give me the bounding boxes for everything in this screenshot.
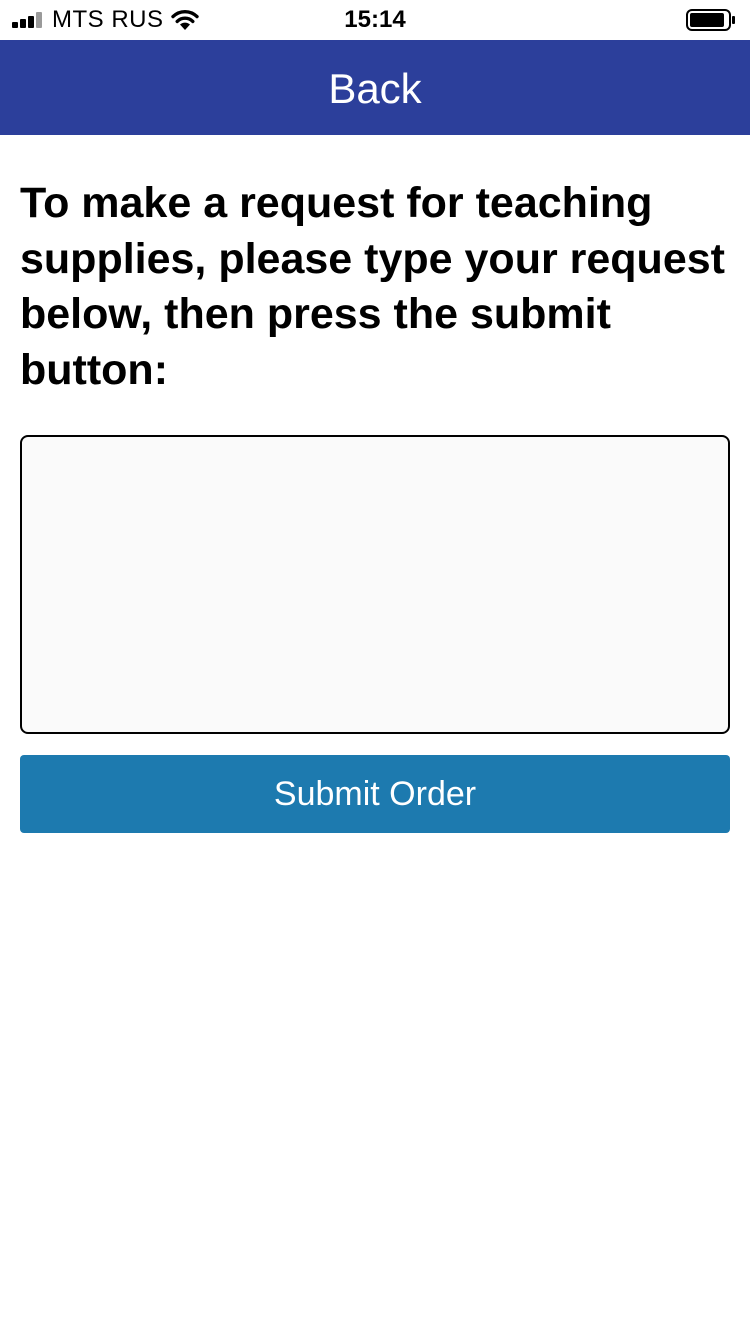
status-bar: MTS RUS 15:14	[0, 0, 750, 40]
request-input[interactable]	[20, 435, 730, 734]
battery-icon	[686, 9, 735, 31]
navigation-bar: Back	[0, 40, 750, 135]
back-button[interactable]: Back	[0, 64, 750, 114]
submit-order-button[interactable]: Submit Order	[20, 755, 730, 833]
status-time: 15:14	[344, 6, 406, 33]
instructions-text: To make a request for teaching supplies,…	[20, 179, 725, 394]
